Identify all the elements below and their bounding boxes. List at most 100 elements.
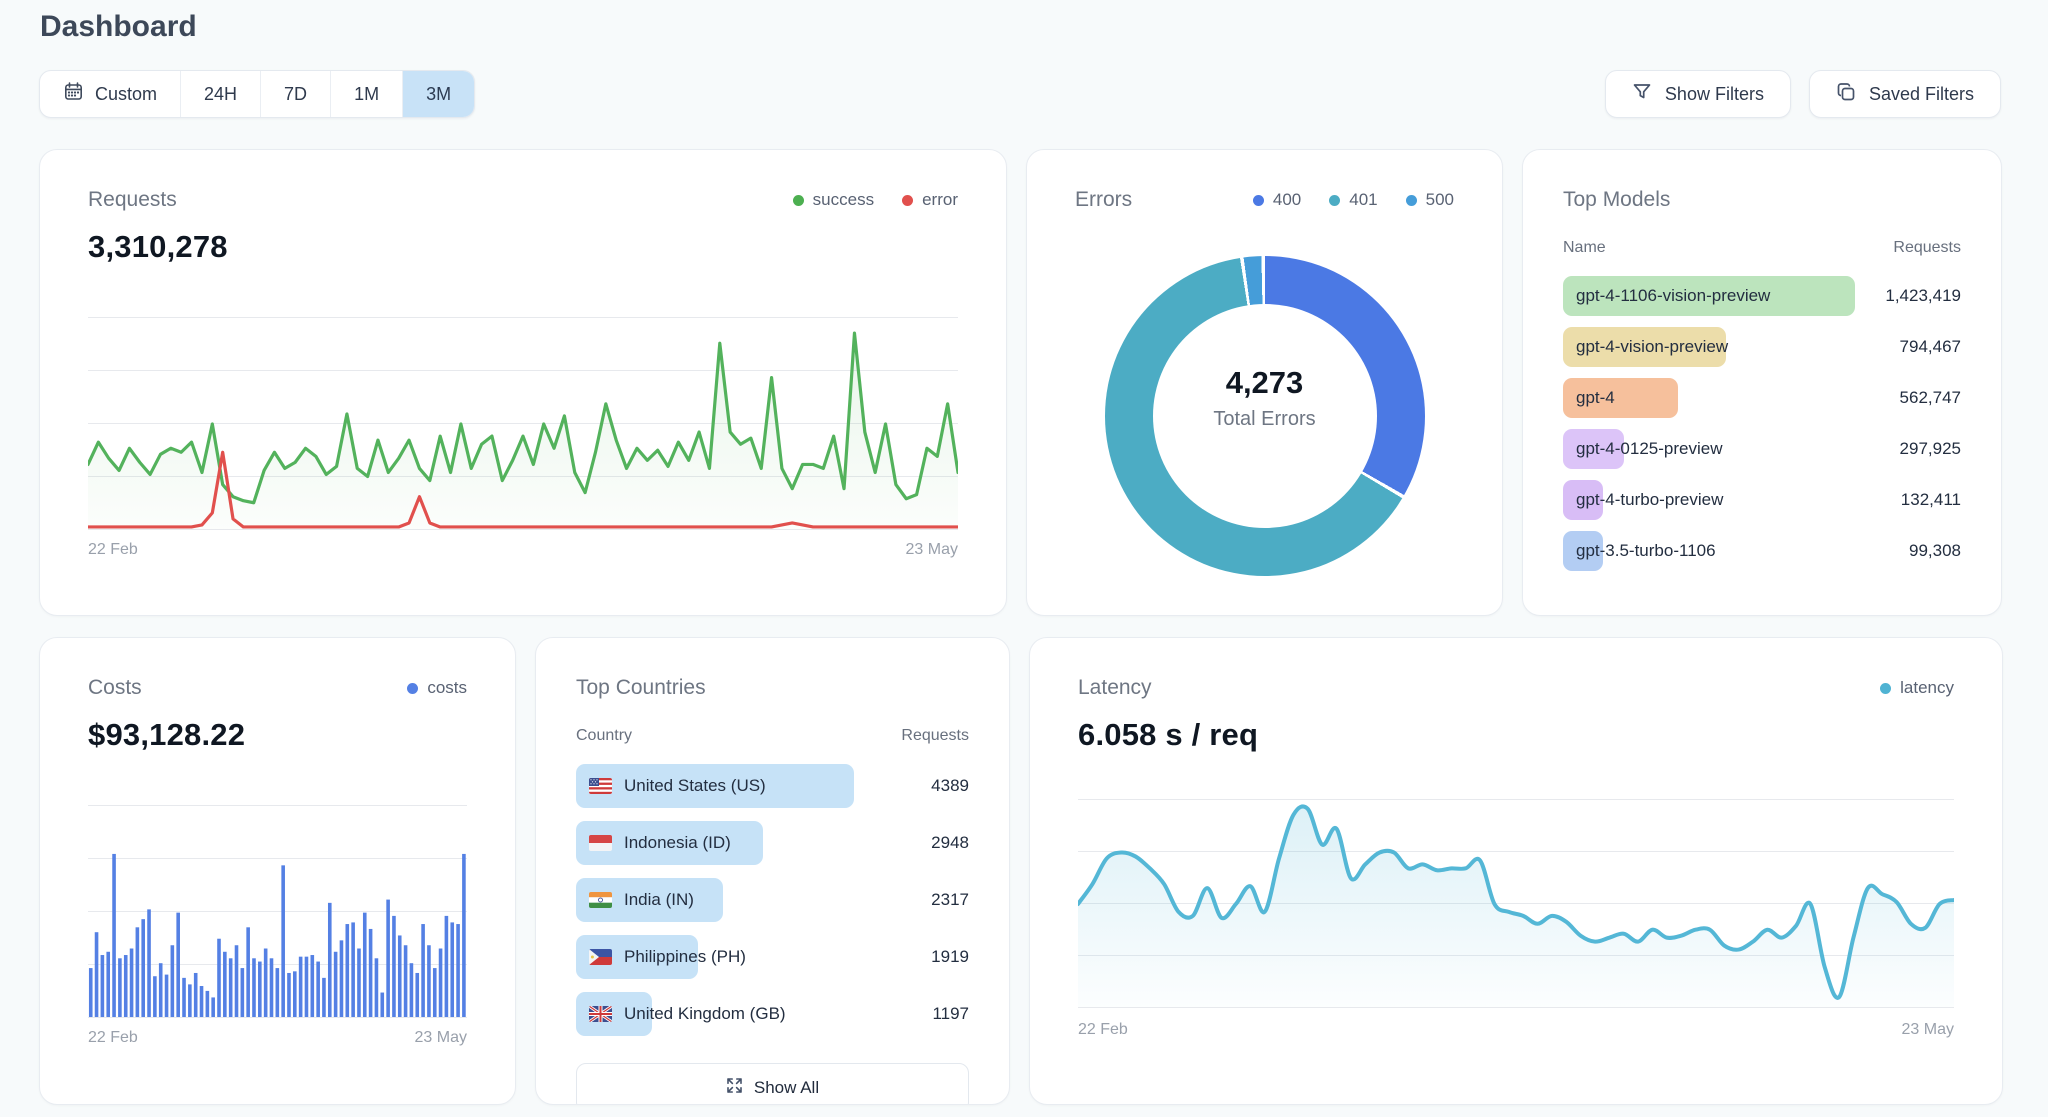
country-name-label: Philippines (PH): [576, 947, 746, 967]
requests-total-value: 3,310,278: [88, 229, 958, 265]
calendar-icon: [63, 81, 84, 107]
in-flag-icon: [589, 892, 612, 908]
model-requests-value: 132,411: [1901, 490, 1961, 510]
country-name-label: United Kingdom (GB): [576, 1004, 786, 1024]
legend-item-costs: costs: [407, 678, 467, 698]
legend-dot: [902, 195, 913, 206]
costs-bar-chart[interactable]: [88, 805, 467, 1017]
legend-dot: [1253, 195, 1264, 206]
latency-legend: latency: [1880, 678, 1954, 698]
costs-x-axis: 22 Feb 23 May: [88, 1029, 467, 1047]
model-name-label: gpt-4: [1563, 388, 1615, 408]
x-axis-end-label: 23 May: [906, 541, 958, 559]
gridline: [88, 529, 958, 530]
dashboard-page: Dashboard Custom24H7D1M3M Show Filters S…: [0, 10, 2048, 1105]
legend-item-latency: latency: [1880, 678, 1954, 698]
show-all-button[interactable]: Show All: [576, 1063, 969, 1105]
legend-dot: [407, 683, 418, 694]
cards-row-2: Costs costs $93,128.22 22 Feb 23 May Top…: [39, 637, 2001, 1105]
time-range-label: 24H: [204, 84, 237, 105]
country-row[interactable]: United States (US) 4389: [576, 764, 969, 808]
id-flag-icon: [589, 835, 612, 851]
time-range-3m-button[interactable]: 3M: [402, 71, 474, 117]
show-filters-button[interactable]: Show Filters: [1605, 70, 1791, 118]
model-row[interactable]: gpt-4-turbo-preview 132,411: [1563, 480, 1961, 520]
top-countries-card-title: Top Countries: [576, 676, 969, 700]
country-row[interactable]: United Kingdom (GB)1197: [576, 992, 969, 1036]
latency-card-title: Latency: [1078, 676, 1152, 700]
requests-card-title: Requests: [88, 188, 177, 212]
time-range-7d-button[interactable]: 7D: [260, 71, 330, 117]
time-range-24h-button[interactable]: 24H: [180, 71, 260, 117]
legend-item-success: success: [793, 190, 874, 210]
time-range-label: 3M: [426, 84, 451, 105]
costs-total-value: $93,128.22: [88, 717, 467, 753]
requests-x-axis: 22 Feb 23 May: [88, 541, 958, 559]
legend-item-400: 400: [1253, 190, 1301, 210]
models-col-name-header: Name: [1563, 239, 1606, 257]
model-requests-value: 562,747: [1900, 388, 1961, 408]
model-requests-value: 794,467: [1900, 337, 1961, 357]
country-requests-value: 2317: [931, 890, 969, 910]
time-range-custom-button[interactable]: Custom: [40, 71, 180, 117]
errors-legend: 400 401 500: [1253, 190, 1454, 210]
legend-item-401: 401: [1329, 190, 1377, 210]
legend-label: 400: [1273, 190, 1301, 210]
gridline: [88, 1017, 467, 1018]
errors-total-label: Total Errors: [1213, 408, 1315, 431]
model-name-label: gpt-4-turbo-preview: [1563, 490, 1723, 510]
legend-dot: [1880, 683, 1891, 694]
model-requests-value: 99,308: [1909, 541, 1961, 561]
model-row[interactable]: gpt-4-0125-preview297,925: [1563, 429, 1961, 469]
model-row[interactable]: gpt-3.5-turbo-110699,308: [1563, 531, 1961, 571]
model-row[interactable]: gpt-4 562,747: [1563, 378, 1961, 418]
costs-card-title: Costs: [88, 676, 142, 700]
legend-item-500: 500: [1406, 190, 1454, 210]
model-requests-value: 297,925: [1900, 439, 1961, 459]
country-row[interactable]: Philippines (PH)1919: [576, 935, 969, 979]
saved-filters-button[interactable]: Saved Filters: [1809, 70, 2001, 118]
time-range-1m-button[interactable]: 1M: [330, 71, 402, 117]
country-name: United Kingdom (GB): [624, 1004, 786, 1024]
countries-col-requests-header: Requests: [901, 727, 969, 745]
country-row[interactable]: India (IN) 2317: [576, 878, 969, 922]
requests-line-chart[interactable]: [88, 317, 958, 529]
errors-card: Errors 400401500 4,273 Total Errors: [1026, 149, 1503, 616]
legend-label: success: [813, 190, 874, 210]
model-name-label: gpt-4-1106-vision-preview: [1563, 286, 1770, 306]
country-row[interactable]: Indonesia (ID) 2948: [576, 821, 969, 865]
errors-donut-chart[interactable]: 4,273 Total Errors: [1105, 256, 1425, 576]
x-axis-end-label: 23 May: [415, 1029, 467, 1047]
costs-legend: costs: [407, 678, 467, 698]
country-requests-value: 4389: [931, 776, 969, 796]
expand-icon: [726, 1077, 743, 1099]
top-models-card-title: Top Models: [1563, 188, 1961, 212]
legend-label: latency: [1900, 678, 1954, 698]
top-models-card: Top Models Name Requests gpt-4-1106-visi…: [1522, 149, 2002, 616]
funnel-icon: [1632, 82, 1652, 107]
gridline: [1078, 1007, 1954, 1008]
time-range-selector: Custom 24H 7D 1M 3M: [39, 70, 475, 118]
errors-total-value: 4,273: [1226, 365, 1304, 401]
model-requests-value: 1,423,419: [1885, 286, 1961, 306]
time-range-label: 1M: [354, 84, 379, 105]
country-name: United States (US): [624, 776, 766, 796]
country-name-label: Indonesia (ID): [576, 833, 731, 853]
time-range-label: Custom: [95, 84, 157, 105]
latency-line-chart[interactable]: [1078, 799, 1954, 1007]
country-rows: United States (US) 4389 Indonesia (ID) 2948…: [576, 764, 969, 1036]
toolbar: Custom 24H 7D 1M 3M Show Filters Saved Filte…: [39, 70, 2001, 118]
requests-card: Requests successerror 3,310,278 22 Feb 2…: [39, 149, 1007, 616]
legend-dot: [1406, 195, 1417, 206]
latency-value: 6.058 s / req: [1078, 717, 1954, 753]
cards-row-1: Requests successerror 3,310,278 22 Feb 2…: [39, 149, 2001, 616]
model-rows: gpt-4-1106-vision-preview1,423,419gpt-4-…: [1563, 276, 1961, 571]
country-name: Philippines (PH): [624, 947, 746, 967]
country-name-label: India (IN): [576, 890, 694, 910]
x-axis-start-label: 22 Feb: [88, 1029, 138, 1047]
country-requests-value: 2948: [931, 833, 969, 853]
costs-card: Costs costs $93,128.22 22 Feb 23 May: [39, 637, 516, 1105]
x-axis-start-label: 22 Feb: [88, 541, 138, 559]
model-row[interactable]: gpt-4-vision-preview794,467: [1563, 327, 1961, 367]
model-row[interactable]: gpt-4-1106-vision-preview 1,423,419: [1563, 276, 1961, 316]
